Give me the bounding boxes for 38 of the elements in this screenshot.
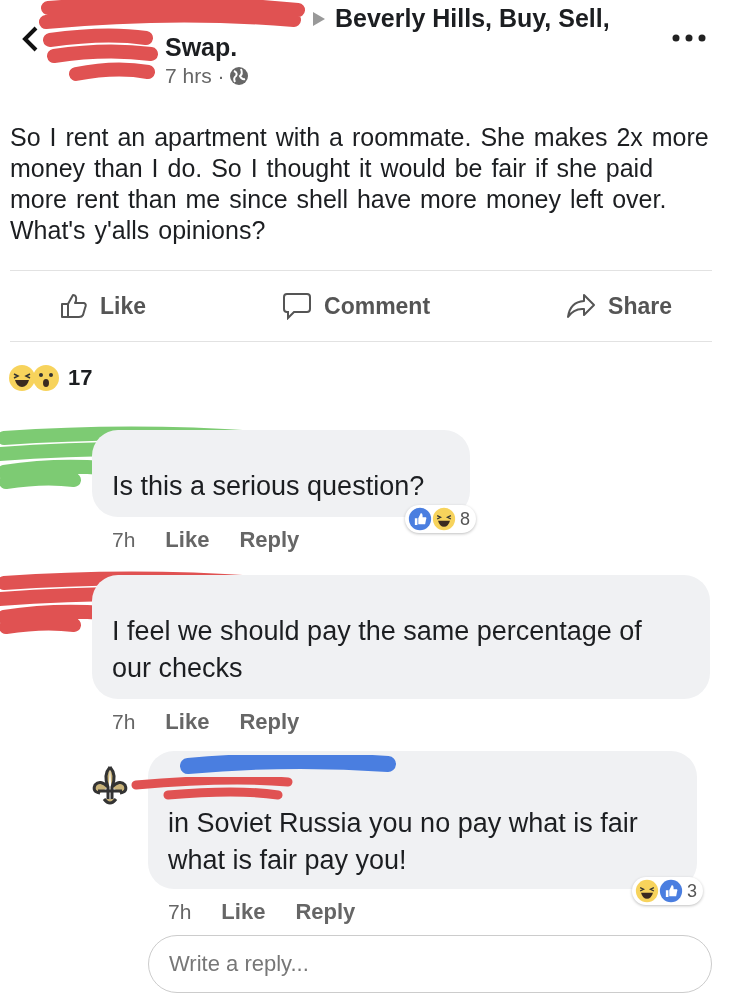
reply-link[interactable]: Reply — [239, 527, 300, 553]
group-name-continued[interactable]: Swap. — [165, 33, 238, 61]
laughing-emoji-icon — [432, 507, 456, 531]
laughing-emoji-icon — [8, 364, 36, 392]
laughing-emoji-icon — [635, 879, 659, 903]
reply-link[interactable]: Reply — [295, 899, 356, 925]
share-arrow-icon — [566, 293, 597, 319]
reaction-pill[interactable]: 8 — [405, 505, 476, 533]
globe-icon — [228, 66, 249, 86]
comment-time: 7h — [112, 528, 136, 552]
thumbs-up-icon — [60, 293, 88, 319]
reaction-count[interactable]: 17 — [68, 365, 93, 391]
action-button[interactable]: Share — [566, 292, 672, 320]
action-button[interactable]: Comment — [282, 292, 431, 320]
triangle-icon — [313, 11, 325, 26]
like-link[interactable]: Like — [221, 899, 266, 925]
comment-time: 7h — [168, 900, 192, 924]
reply-field[interactable]: Write a reply... — [148, 935, 712, 993]
like-link[interactable]: Like — [165, 527, 210, 553]
like-reaction-icon — [659, 879, 683, 903]
like-link[interactable]: Like — [165, 709, 210, 735]
back-icon[interactable] — [22, 26, 38, 52]
surprised-emoji-icon — [32, 364, 60, 392]
reply-link[interactable]: Reply — [239, 709, 300, 735]
reaction-count: 8 — [460, 508, 470, 530]
comment-text: I feel we should pay the same percentage of our checks — [112, 615, 643, 685]
comment-time: 7h — [112, 710, 136, 734]
group-name[interactable]: Beverly Hills, Buy, Sell, — [335, 4, 610, 33]
reaction-count: 3 — [687, 880, 697, 902]
speech-bubble-icon — [282, 292, 312, 320]
comment-text: Is this a serious question? — [112, 470, 426, 503]
post-text: So I rent an apartment with a roommate. She makes 2x more money than I do. So I thought it would be fair if she paid more rent than me since shell have more money left over. What's y'alls opinions? — [9, 122, 710, 246]
action-button[interactable]: Like — [60, 292, 147, 320]
comment-text: in Soviet Russia you no pay what is fair what is fair pay you! — [168, 807, 639, 877]
like-reaction-icon — [408, 507, 432, 531]
post-time: 7 hrs · — [165, 64, 225, 88]
reaction-pill[interactable]: 3 — [632, 877, 703, 905]
more-icon[interactable] — [672, 34, 706, 42]
